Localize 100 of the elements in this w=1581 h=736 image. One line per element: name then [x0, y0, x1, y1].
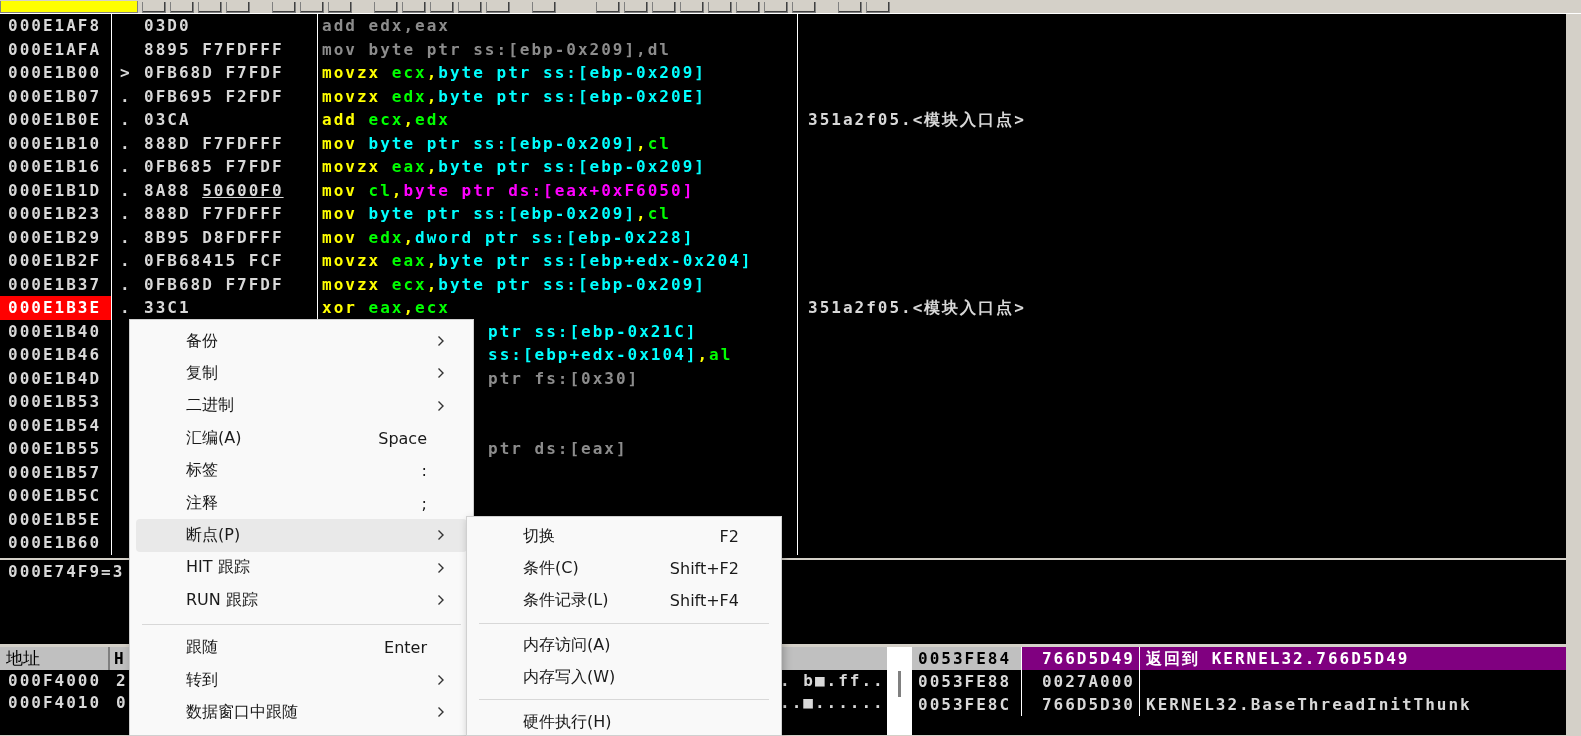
toolbar-button[interactable] [402, 2, 426, 13]
column-header[interactable]: H [110, 647, 126, 670]
address-cell-text: 000F4000 [7, 670, 103, 692]
instruction-text: movzx eax,byte ptr ss:[ebp-0x209] [322, 157, 706, 176]
address-cell: 000E1B29 [0, 225, 112, 249]
toolbar-button[interactable] [680, 2, 704, 13]
instruction-text: mov edx,dword ptr ss:[ebp-0x228] [322, 227, 695, 247]
menu-item[interactable]: RUN 跟踪 [136, 584, 467, 617]
address-cell: 000E1B53 [0, 390, 112, 414]
address-cell: 000E1B16 [0, 155, 112, 179]
hex-cell: 33C1 [144, 298, 191, 317]
stack-comment: 返回到 KERNEL32.766D5D49 [1146, 649, 1410, 668]
menu-item[interactable]: 内存写入(W) [473, 661, 775, 694]
toolbar-button[interactable] [458, 2, 482, 13]
ascii-cell: ..■...... [780, 693, 885, 712]
instruction-text: mov byte ptr ss:[ebp-0x209],cl [322, 204, 671, 223]
stack-address: 0053FE88 [912, 670, 1022, 693]
address-cell: 000E1B10 [0, 131, 112, 155]
address-cell-text: 000F4010 [7, 692, 103, 714]
jump-marker: . [120, 298, 132, 317]
instruction-text: ptr ss:[ebp-0x21C] [488, 321, 698, 341]
instruction-text: mov byte ptr ss:[ebp-0x209],cl [322, 133, 671, 153]
menu-item[interactable]: HIT 跟踪 [136, 551, 467, 585]
toolbar-button[interactable] [226, 2, 250, 13]
hex-cell: 03D0 [144, 16, 191, 35]
menu-item[interactable]: 复制 [136, 357, 467, 390]
hex-cell: 888D F7FDFFF [144, 204, 284, 223]
hex-cell: 2 [116, 671, 128, 690]
address-cell: 000E1B00 [0, 61, 112, 85]
comment-text: 351a2f05.<模块入口点> [808, 298, 1026, 317]
toolbar-button[interactable] [374, 2, 398, 13]
menu-item[interactable]: 条件(C) Shift+F2 [473, 552, 775, 585]
toolbar-button[interactable] [866, 2, 890, 13]
toolbar-button[interactable] [652, 2, 676, 13]
menu-item[interactable]: 备份 [136, 325, 467, 358]
jump-marker: . [120, 110, 132, 129]
toolbar-button[interactable] [328, 2, 352, 13]
toolbar-button[interactable] [736, 2, 760, 13]
address-cell: 000E1B55 [0, 437, 112, 461]
instruction-text: mov byte ptr ss:[ebp-0x209],dl [322, 39, 671, 59]
menu-item[interactable]: 注释 ; [136, 486, 467, 520]
address-cell: 000E1AF8 [0, 14, 112, 38]
toolbar-button[interactable] [198, 2, 222, 13]
instruction-text: add edx,eax [322, 16, 450, 35]
menu-item[interactable]: 断点(P) [136, 519, 467, 552]
toolbar-button[interactable] [532, 2, 556, 13]
instruction-text: ptr fs:[0x30] [488, 368, 640, 388]
jump-marker: . [120, 204, 132, 223]
hex-cell: 8A88 50600F0 [144, 180, 284, 200]
hex-cell: 0FB68D F7FDF [144, 274, 284, 294]
jump-marker: . [120, 227, 132, 247]
address-cell: 000E1B40 [0, 319, 112, 343]
menu-item[interactable]: 切换 F2 [473, 520, 775, 553]
toolbar-button[interactable] [792, 2, 816, 13]
toolbar-button[interactable] [142, 2, 166, 13]
instruction-text: movzx ecx,byte ptr ss:[ebp-0x209] [322, 274, 706, 294]
hex-cell: 8895 F7FDFFF [144, 39, 284, 59]
menu-item[interactable]: 数据窗口中跟随 [136, 696, 467, 729]
instruction-text: movzx ecx,byte ptr ss:[ebp-0x209] [322, 63, 706, 82]
menu-item[interactable]: 汇编(A) Space [136, 422, 467, 455]
scrollbar-thumb[interactable] [898, 671, 901, 697]
toolbar-button[interactable] [300, 2, 324, 13]
address-cell: 000E1B5C [0, 484, 112, 508]
hex-cell: 0FB685 F7FDF [144, 157, 284, 176]
toolbar-button[interactable] [624, 2, 648, 13]
address-cell: 000E1AFA [0, 37, 112, 61]
address-cell: 000E1B46 [0, 343, 112, 367]
hex-cell: 8B95 D8FDFFF [144, 227, 284, 247]
address-cell: 000E1B23 [0, 202, 112, 226]
comment-text: 351a2f05.<模块入口点> [808, 110, 1026, 129]
menu-item[interactable]: 转到 [136, 663, 467, 697]
toolbar-button[interactable] [708, 2, 732, 13]
stack-address: 0053FE8C [912, 693, 1022, 716]
toolbar-button[interactable] [486, 2, 510, 13]
address-cell: 000E1B5E [0, 507, 112, 531]
menu-item[interactable]: 硬件执行(H) [473, 705, 775, 735]
toolbar-button[interactable] [838, 2, 862, 13]
hex-cell: 03CA [144, 110, 191, 129]
menu-item[interactable]: 标签 : [136, 454, 467, 487]
column-header[interactable]: 地址 [0, 647, 110, 670]
toolbar-button[interactable] [430, 2, 454, 13]
address-cell: 000E1B54 [0, 413, 112, 437]
toolbar-button[interactable] [272, 2, 296, 13]
menu-item[interactable]: 内存访问(A) [473, 629, 775, 662]
toolbar-button[interactable] [596, 2, 620, 13]
address-cell: 000E1B0E [0, 108, 112, 132]
info-text: 000E74F9=3 [7, 561, 125, 582]
toolbar-button[interactable] [764, 2, 788, 13]
address-cell: 000E1B60 [0, 531, 112, 555]
stack-address: 0053FE84 [912, 647, 1022, 670]
menu-item[interactable]: 二进制 [136, 389, 467, 423]
hex-cell: 0FB68D F7FDF [144, 63, 284, 82]
instruction-text: movzx eax,byte ptr ss:[ebp+edx-0x204] [322, 251, 753, 270]
stack-value: 766D5D30 [1022, 693, 1140, 716]
menu-item[interactable]: 条件记录(L) Shift+F4 [473, 584, 775, 618]
menu-item[interactable]: 跟随 Enter [136, 631, 467, 664]
instruction-text: xor eax,ecx [322, 298, 450, 317]
jump-marker: . [120, 133, 132, 153]
toolbar-button[interactable] [170, 2, 194, 13]
instruction-text: ss:[ebp+edx-0x104],al [488, 345, 733, 364]
